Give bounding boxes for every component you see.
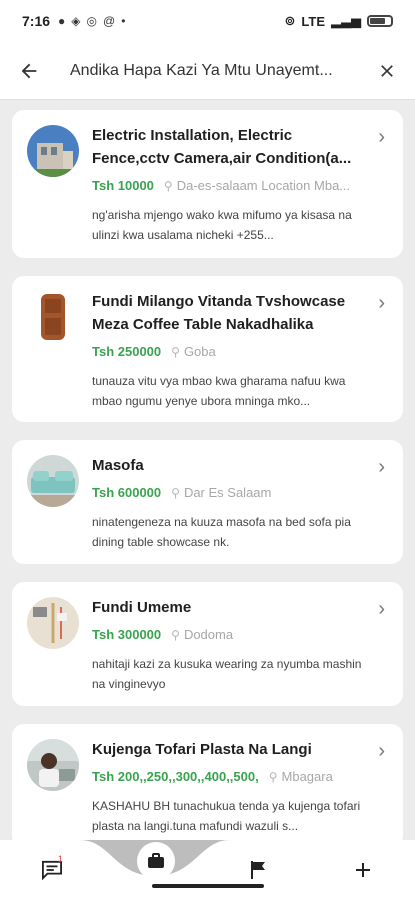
chat-notification-icon: ● bbox=[58, 14, 66, 28]
listing-meta: Tsh 10000 ⚲ Da-es-salaam Location Mba... bbox=[92, 178, 389, 193]
location-pin-icon: ⚲ bbox=[163, 178, 173, 193]
listing-card[interactable]: › Fundi Umeme Tsh 300000 ⚲ Dodoma nahita… bbox=[12, 582, 403, 706]
vpn-icon: ⊚ bbox=[284, 13, 296, 28]
search-input[interactable]: Andika Hapa Kazi Ya Mtu Unayemt... bbox=[58, 62, 359, 80]
flag-icon[interactable] bbox=[229, 840, 289, 900]
chevron-right-icon[interactable]: › bbox=[378, 598, 385, 621]
messages-icon[interactable]: 1 bbox=[22, 840, 82, 900]
listing-price: Tsh 200,,250,,300,,400,,500, bbox=[92, 769, 259, 784]
listing-meta: Tsh 250000 ⚲ Goba bbox=[92, 344, 389, 359]
listing-thumbnail bbox=[27, 125, 79, 177]
listing-description: nahitaji kazi za kusuka wearing za nyumb… bbox=[92, 657, 362, 691]
listing-thumbnail bbox=[27, 291, 79, 343]
app-bar: Andika Hapa Kazi Ya Mtu Unayemt... bbox=[0, 42, 415, 100]
notification-icons: ● ◈ ◎ @ • bbox=[58, 14, 125, 28]
listing-title: Masofa bbox=[92, 457, 144, 474]
listing-price: Tsh 600000 bbox=[92, 485, 162, 500]
listing-meta: Tsh 300000 ⚲ Dodoma bbox=[92, 627, 389, 642]
add-icon[interactable] bbox=[333, 840, 393, 900]
chevron-right-icon[interactable]: › bbox=[378, 456, 385, 479]
close-icon[interactable] bbox=[359, 42, 415, 100]
listing-thumbnail bbox=[27, 455, 79, 507]
jobs-briefcase-icon[interactable] bbox=[137, 842, 175, 880]
location-pin-icon: ⚲ bbox=[171, 344, 180, 359]
listing-title: Fundi Milango Vitanda Tvshowcase Meza Co… bbox=[92, 293, 346, 333]
app-notification-icon: ◎ bbox=[86, 14, 97, 28]
more-notifications-icon: • bbox=[121, 14, 126, 28]
listing-location: Mbagara bbox=[281, 769, 333, 784]
listing-description: KASHAHU BH tunachukua tenda ya kujenga t… bbox=[92, 799, 361, 833]
listing-thumbnail bbox=[27, 597, 79, 649]
messages-badge: 1 bbox=[57, 854, 63, 864]
listing-thumbnail bbox=[27, 739, 79, 791]
location-pin-icon: ⚲ bbox=[268, 769, 278, 784]
listing-description: tunauza vitu vya mbao kwa gharama nafuu … bbox=[92, 374, 346, 408]
listing-location: Dodoma bbox=[183, 627, 234, 642]
listing-location: Dar Es Salaam bbox=[183, 485, 272, 500]
location-pin-icon: ⚲ bbox=[171, 485, 180, 500]
chevron-right-icon[interactable]: › bbox=[378, 740, 385, 763]
chevron-right-icon[interactable]: › bbox=[378, 292, 385, 315]
listing-title: Electric Installation, Electric Fence,cc… bbox=[92, 127, 352, 167]
listing-card[interactable]: › Masofa Tsh 600000 ⚲ Dar Es Salaam nina… bbox=[12, 440, 403, 564]
listing-price: Tsh 300000 bbox=[92, 627, 162, 642]
threads-notification-icon: @ bbox=[103, 14, 116, 28]
listing-title: Fundi Umeme bbox=[92, 599, 192, 616]
listing-title: Kujenga Tofari Plasta Na Langi bbox=[92, 741, 312, 758]
listing-meta: Tsh 200,,250,,300,,400,,500, ⚲ Mbagara bbox=[92, 769, 389, 784]
signal-icon: ▂▃▅ bbox=[331, 13, 361, 28]
location-pin-icon: ⚲ bbox=[171, 627, 180, 642]
status-time: 7:16 bbox=[22, 13, 51, 29]
home-indicator[interactable] bbox=[152, 884, 264, 888]
listing-card[interactable]: › Fundi Milango Vitanda Tvshowcase Meza … bbox=[12, 276, 403, 422]
listing-location: Goba bbox=[183, 344, 216, 359]
listing-description: ninatengeneza na kuuza masofa na bed sof… bbox=[92, 515, 351, 549]
listing-card[interactable]: › Kujenga Tofari Plasta Na Langi Tsh 200… bbox=[12, 724, 403, 840]
status-bar: 7:16 ● ◈ ◎ @ • ⊚ LTE ▂▃▅ bbox=[0, 0, 415, 42]
battery-icon bbox=[367, 15, 393, 27]
listings-list[interactable]: › Electric Installation, Electric Fence,… bbox=[0, 100, 415, 840]
listing-price: Tsh 10000 bbox=[92, 178, 154, 193]
listing-card[interactable]: › Electric Installation, Electric Fence,… bbox=[12, 110, 403, 258]
chevron-right-icon[interactable]: › bbox=[378, 126, 385, 149]
listing-location: Da-es-salaam Location Mba... bbox=[176, 178, 351, 193]
listing-price: Tsh 250000 bbox=[92, 344, 162, 359]
settings-notification-icon: ◈ bbox=[71, 14, 81, 28]
status-right: ⊚ LTE ▂▃▅ bbox=[284, 13, 393, 29]
listing-meta: Tsh 600000 ⚲ Dar Es Salaam bbox=[92, 485, 389, 500]
network-type: LTE bbox=[301, 13, 325, 29]
back-arrow-icon[interactable] bbox=[0, 42, 58, 100]
listing-description: ng'arisha mjengo wako kwa mifumo ya kisa… bbox=[92, 208, 352, 242]
